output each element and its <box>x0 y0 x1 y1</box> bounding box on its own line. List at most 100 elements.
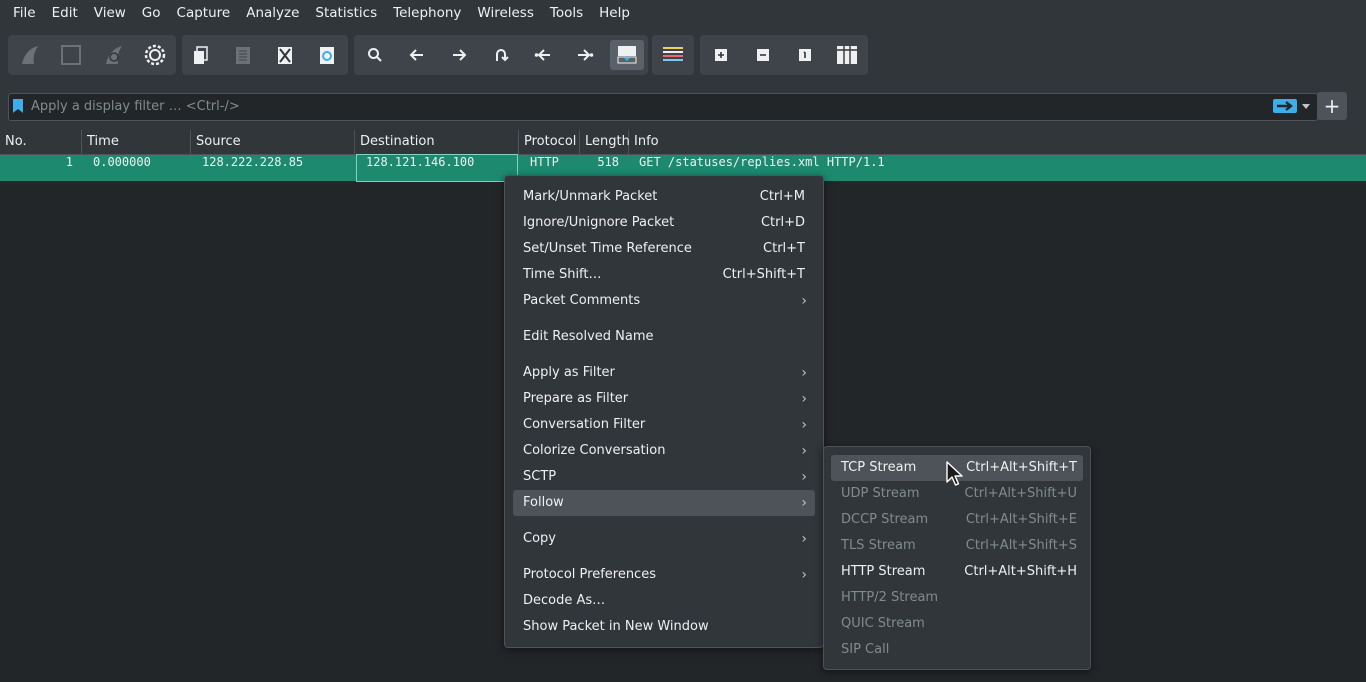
save-file-icon[interactable] <box>228 40 258 70</box>
open-file-icon[interactable] <box>186 40 216 70</box>
auto-scroll-icon[interactable] <box>610 40 644 70</box>
stop-capture-icon[interactable] <box>56 40 86 70</box>
menu-statistics[interactable]: Statistics <box>307 0 385 27</box>
cell-no: 1 <box>65 155 73 169</box>
normal-size-icon[interactable] <box>790 40 820 70</box>
menu-item-conversation-filter[interactable]: Conversation Filter › <box>513 412 815 438</box>
display-filter-bar <box>8 93 1318 121</box>
column-header-time[interactable]: Time <box>82 130 191 154</box>
start-capture-icon[interactable] <box>14 40 44 70</box>
menu-wireless[interactable]: Wireless <box>469 0 542 27</box>
submenu-item-tls-stream[interactable]: TLS Stream Ctrl+Alt+Shift+S <box>831 533 1083 559</box>
menu-item-time-shift[interactable]: Time Shift… Ctrl+Shift+T <box>513 262 815 288</box>
menu-item-time-reference[interactable]: Set/Unset Time Reference Ctrl+T <box>513 236 815 262</box>
submenu-item-quic-stream[interactable]: QUIC Stream <box>831 611 1083 637</box>
go-last-icon[interactable] <box>570 40 600 70</box>
file-toolbar-group <box>182 35 348 75</box>
menu-item-apply-as-filter[interactable]: Apply as Filter › <box>513 360 815 386</box>
bookmark-icon[interactable] <box>13 99 23 113</box>
navigation-toolbar-group <box>354 35 648 75</box>
colorize-icon[interactable] <box>658 40 688 70</box>
menu-item-label: Copy <box>523 531 556 546</box>
close-file-icon[interactable] <box>270 40 300 70</box>
menu-item-shortcut: Ctrl+D <box>760 215 805 230</box>
menu-item-label: QUIC Stream <box>841 616 925 631</box>
menu-item-label: Follow <box>523 495 564 510</box>
submenu-item-http2-stream[interactable]: HTTP/2 Stream <box>831 585 1083 611</box>
cell-destination: 128.121.146.100 <box>356 154 518 182</box>
menu-item-sctp[interactable]: SCTP › <box>513 464 815 490</box>
column-header-info[interactable]: Info <box>629 130 1366 154</box>
menu-edit[interactable]: Edit <box>44 0 86 27</box>
menu-item-packet-comments[interactable]: Packet Comments › <box>513 288 815 314</box>
column-header-destination[interactable]: Destination <box>355 130 519 154</box>
menu-file[interactable]: File <box>0 0 44 27</box>
capture-options-icon[interactable] <box>140 40 170 70</box>
menu-telephony[interactable]: Telephony <box>385 0 469 27</box>
menu-item-ignore-packet[interactable]: Ignore/Unignore Packet Ctrl+D <box>513 210 815 236</box>
column-header-no[interactable]: No. <box>0 130 82 154</box>
column-header-source[interactable]: Source <box>191 130 355 154</box>
chevron-right-icon: › <box>801 391 807 407</box>
submenu-item-sip-call[interactable]: SIP Call <box>831 637 1083 663</box>
find-packet-icon[interactable] <box>360 40 390 70</box>
menu-item-mark-packet[interactable]: Mark/Unmark Packet Ctrl+M <box>513 184 815 210</box>
menu-item-colorize-conversation[interactable]: Colorize Conversation › <box>513 438 815 464</box>
zoom-in-icon[interactable] <box>706 40 736 70</box>
menu-item-label: Colorize Conversation <box>523 443 666 458</box>
menu-go[interactable]: Go <box>134 0 169 27</box>
capture-toolbar-group <box>8 35 176 75</box>
mouse-cursor-icon <box>946 461 963 486</box>
filter-dropdown-icon[interactable] <box>1302 104 1310 109</box>
menu-item-edit-resolved-name[interactable]: Edit Resolved Name <box>513 324 815 350</box>
apply-filter-icon[interactable] <box>1273 99 1297 113</box>
menu-item-show-in-new-window[interactable]: Show Packet in New Window <box>513 614 815 640</box>
chevron-right-icon: › <box>801 567 807 583</box>
menu-item-label: HTTP/2 Stream <box>841 590 939 605</box>
chevron-right-icon: › <box>801 443 807 459</box>
restart-capture-icon[interactable] <box>98 40 128 70</box>
menu-item-label: DCCP Stream <box>841 512 929 527</box>
menu-item-shortcut: Ctrl+T <box>763 241 805 256</box>
go-to-packet-icon[interactable] <box>486 40 516 70</box>
submenu-item-http-stream[interactable]: HTTP Stream Ctrl+Alt+Shift+H <box>831 559 1083 585</box>
submenu-item-dccp-stream[interactable]: DCCP Stream Ctrl+Alt+Shift+E <box>831 507 1083 533</box>
menu-item-decode-as[interactable]: Decode As… <box>513 588 815 614</box>
go-forward-icon[interactable] <box>444 40 474 70</box>
menu-item-label: Decode As… <box>523 593 606 608</box>
menu-item-follow[interactable]: Follow › <box>513 490 815 516</box>
menu-item-label: Ignore/Unignore Packet <box>523 215 675 230</box>
menu-item-protocol-preferences[interactable]: Protocol Preferences › <box>513 562 815 588</box>
display-filter-input[interactable] <box>31 94 1261 118</box>
menu-item-copy[interactable]: Copy › <box>513 526 815 552</box>
cell-source: 128.222.228.85 <box>202 155 304 169</box>
packet-list-header: No. Time Source Destination Protocol Len… <box>0 130 1366 155</box>
column-header-length[interactable]: Length <box>580 130 630 154</box>
reload-file-icon[interactable] <box>312 40 342 70</box>
menu-item-label: Show Packet in New Window <box>523 619 709 634</box>
menu-capture[interactable]: Capture <box>169 0 239 27</box>
menu-item-label: Apply as Filter <box>523 365 615 380</box>
resize-columns-icon[interactable] <box>832 40 862 70</box>
chevron-right-icon: › <box>801 531 807 547</box>
chevron-right-icon: › <box>801 365 807 381</box>
menu-item-label: Edit Resolved Name <box>523 329 654 344</box>
menu-item-label: TCP Stream <box>841 460 917 475</box>
zoom-out-icon[interactable] <box>748 40 778 70</box>
packet-context-menu: Mark/Unmark Packet Ctrl+M Ignore/Unignor… <box>504 175 824 648</box>
menu-item-shortcut: Ctrl+M <box>759 189 805 204</box>
main-toolbar <box>0 32 1366 78</box>
column-header-protocol[interactable]: Protocol <box>519 130 580 154</box>
menu-tools[interactable]: Tools <box>542 0 591 27</box>
menu-analyze[interactable]: Analyze <box>238 0 307 27</box>
menu-item-shortcut: Ctrl+Shift+T <box>722 267 805 282</box>
menu-item-label: Set/Unset Time Reference <box>523 241 692 256</box>
go-first-icon[interactable] <box>528 40 558 70</box>
menu-item-prepare-as-filter[interactable]: Prepare as Filter › <box>513 386 815 412</box>
menu-help[interactable]: Help <box>591 0 638 27</box>
menu-item-shortcut: Ctrl+Alt+Shift+E <box>965 512 1077 527</box>
menu-view[interactable]: View <box>86 0 134 27</box>
add-filter-button[interactable]: + <box>1317 92 1347 120</box>
go-back-icon[interactable] <box>402 40 432 70</box>
menu-item-label: Protocol Preferences <box>523 567 656 582</box>
